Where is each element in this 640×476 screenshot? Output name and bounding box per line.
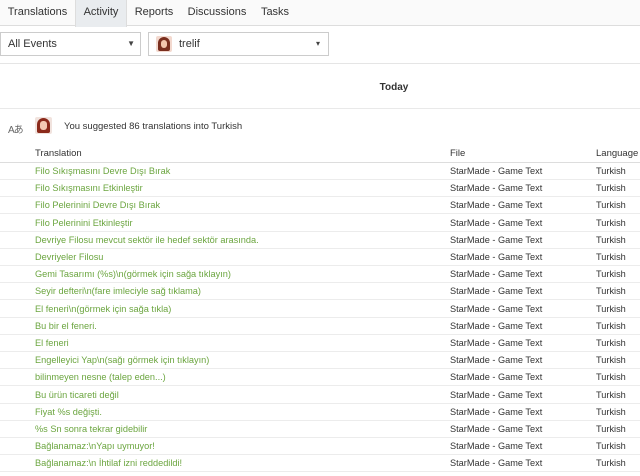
divider [0, 63, 640, 64]
translation-link[interactable]: Filo Pelerinini Etkinleştir [35, 218, 133, 228]
events-filter-value: All Events [8, 38, 57, 50]
file-cell: StarMade - Game Text [450, 166, 543, 176]
column-header-translation: Translation [35, 148, 82, 159]
file-cell: StarMade - Game Text [450, 338, 543, 348]
file-cell: StarMade - Game Text [450, 355, 543, 366]
translation-link[interactable]: %s Sn sonra tekrar gidebilir [35, 424, 147, 434]
table-row: Filo Sıkışmasını Devre Dışı Bırak StarMad… [0, 163, 640, 180]
table-row: Engelleyici Yap\n(sağı görmek için tıkla… [0, 352, 640, 370]
table-row: Filo Pelerinini Devre Dışı Bırak StarMade… [0, 197, 640, 215]
file-cell: StarMade - Game Text [450, 320, 543, 331]
translation-link[interactable]: Devriyeler Filosu [35, 252, 103, 262]
file-cell: StarMade - Game Text [450, 183, 543, 194]
translation-link[interactable]: Seyir defteri\n(fare imleciyle sağ tıkla… [35, 286, 201, 296]
filters-bar: All Events ▼ trelif ▾ [0, 32, 640, 56]
tab-tasks[interactable]: Tasks [254, 0, 296, 26]
tab-translations[interactable]: Translations [0, 0, 75, 26]
table-row: bilinmeyen nesne (talep eden...) StarMade… [0, 369, 640, 387]
file-cell: StarMade - Game Text [450, 286, 543, 297]
translation-link[interactable]: Bu ürün ticareti değil [35, 390, 119, 400]
translation-link[interactable]: Filo Sıkışmasını Etkinleştir [35, 183, 143, 193]
language-cell: Turkish [596, 303, 626, 314]
file-cell: StarMade - Game Text [450, 389, 543, 400]
tab-activity[interactable]: Activity [75, 0, 127, 27]
table-row: Filo Sıkışmasını Etkinleştir StarMade - G… [0, 180, 640, 198]
event-summary: You suggested 86 translations into Turki… [64, 121, 243, 132]
user-filter-value: trelif [179, 38, 200, 50]
column-header-language: Language [596, 148, 639, 159]
language-cell: Turkish [596, 217, 626, 228]
table-row: Bağlanamaz:\nYapı uymuyor! StarMade - Gam… [0, 438, 640, 456]
translation-link[interactable]: El feneri [35, 338, 69, 348]
user-filter-select[interactable]: trelif ▾ [148, 32, 329, 56]
file-cell: StarMade - Game Text [450, 372, 543, 383]
language-cell: Turkish [596, 269, 626, 280]
language-cell: Turkish [596, 338, 626, 348]
table-row: El feneri\n(görmek için sağa tıkla) StarM… [0, 301, 640, 318]
table-row: Seyir defteri\n(fare imleciyle sağ tıkla… [0, 283, 640, 301]
translation-link[interactable]: Filo Pelerinini Devre Dışı Bırak [35, 200, 160, 210]
language-cell: Turkish [596, 389, 626, 400]
table-row: Bu bir el feneri. StarMade - Game Text Tur… [0, 318, 640, 335]
table-row: Devriyeler Filosu StarMade - Game Text Tur… [0, 249, 640, 266]
language-cell: Turkish [596, 441, 626, 452]
column-header-file: File [450, 148, 466, 159]
divider [0, 108, 640, 109]
file-cell: StarMade - Game Text [450, 269, 543, 280]
language-cell: Turkish [596, 372, 626, 383]
table-row: %s Sn sonra tekrar gidebilir StarMade - G… [0, 421, 640, 438]
chevron-down-icon: ▾ [315, 39, 320, 48]
tab-discussions[interactable]: Discussions [182, 0, 252, 26]
translation-link[interactable]: El feneri\n(görmek için sağa tıkla) [35, 304, 171, 314]
file-cell: StarMade - Game Text [450, 217, 543, 228]
events-filter-select[interactable]: All Events ▼ [0, 32, 141, 56]
language-cell: Turkish [596, 234, 626, 245]
translation-link[interactable]: Bağlanamaz:\n İhtilaf izni reddedildi! [35, 458, 182, 468]
translation-link[interactable]: Engelleyici Yap\n(sağı görmek için tıkla… [35, 355, 209, 365]
file-cell: StarMade - Game Text [450, 252, 543, 262]
language-cell: Turkish [596, 166, 626, 176]
language-cell: Turkish [596, 424, 626, 434]
language-cell: Turkish [596, 252, 626, 262]
language-cell: Turkish [596, 183, 626, 194]
language-cell: Turkish [596, 200, 626, 211]
language-cell: Turkish [596, 355, 626, 366]
tab-reports[interactable]: Reports [128, 0, 180, 26]
file-cell: StarMade - Game Text [450, 200, 543, 211]
table-row: Devriye Filosu mevcut sektör ile hedef s… [0, 232, 640, 249]
table-row: El feneri StarMade - Game Text Turkish [0, 335, 640, 352]
table-header: Translation File Language [0, 145, 640, 163]
tab-bar: Translations Activity Reports Discussion… [0, 0, 640, 27]
table-row: Gemi Tasarımı (%s)\n(görmek için sağa tı… [0, 266, 640, 284]
file-cell: StarMade - Game Text [450, 406, 543, 417]
translation-link[interactable]: Bu bir el feneri. [35, 321, 97, 331]
avatar[interactable] [35, 117, 52, 134]
table-row: Filo Pelerinini Etkinleştir StarMade - Ga… [0, 215, 640, 232]
table-row: Bağlanamaz:\n İhtilaf izni reddedildi! St… [0, 455, 640, 473]
language-cell: Turkish [596, 458, 626, 469]
table-row: Bu ürün ticareti değil StarMade - Game Te… [0, 387, 640, 404]
translation-link[interactable]: bilinmeyen nesne (talep eden...) [35, 372, 166, 382]
day-heading: Today [379, 82, 409, 93]
file-cell: StarMade - Game Text [450, 441, 543, 452]
file-cell: StarMade - Game Text [450, 458, 543, 469]
file-cell: StarMade - Game Text [450, 234, 543, 245]
file-cell: StarMade - Game Text [450, 303, 543, 314]
translation-link[interactable]: Bağlanamaz:\nYapı uymuyor! [35, 441, 155, 451]
avatar [156, 36, 172, 52]
translate-icon: Aあ [8, 125, 24, 136]
table-row: Fiyat %s değişti. StarMade - Game Text Tur… [0, 404, 640, 421]
language-cell: Turkish [596, 406, 626, 417]
translation-link[interactable]: Gemi Tasarımı (%s)\n(görmek için sağa tı… [35, 269, 231, 279]
translation-link[interactable]: Devriye Filosu mevcut sektör ile hedef s… [35, 235, 259, 245]
file-cell: StarMade - Game Text [450, 424, 543, 434]
language-cell: Turkish [596, 320, 626, 331]
translation-link[interactable]: Filo Sıkışmasını Devre Dışı Bırak [35, 166, 170, 176]
translation-link[interactable]: Fiyat %s değişti. [35, 407, 102, 417]
language-cell: Turkish [596, 286, 626, 297]
chevron-down-icon: ▼ [127, 39, 135, 48]
